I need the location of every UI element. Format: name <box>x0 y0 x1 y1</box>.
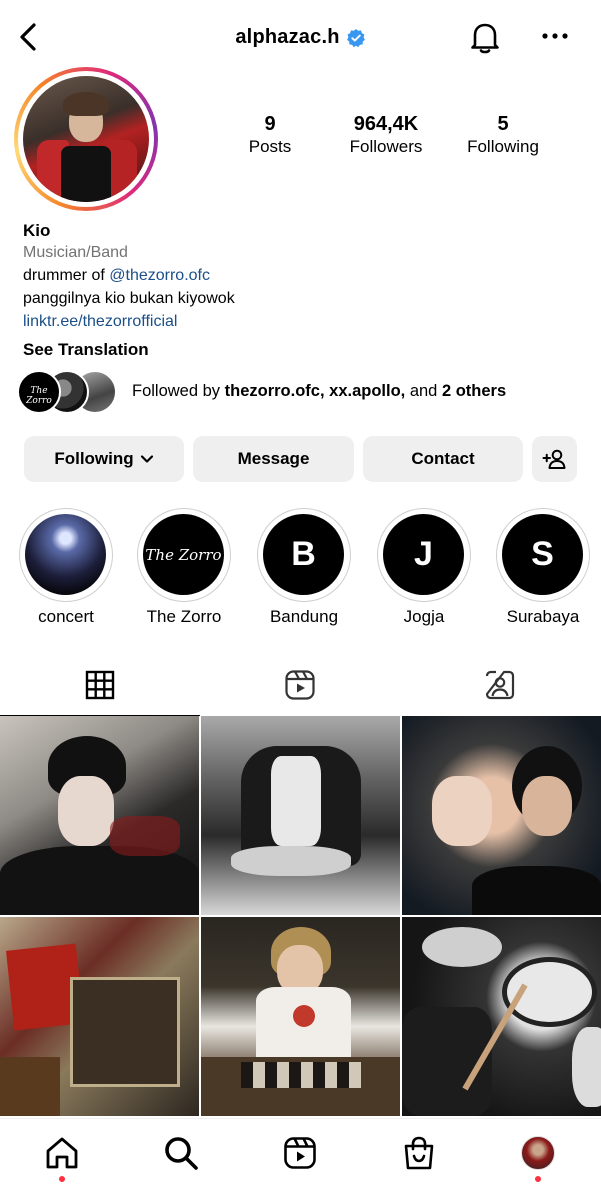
shop-icon <box>404 1136 434 1170</box>
highlight-cover: J <box>383 514 464 595</box>
highlight-ring: J <box>377 508 471 602</box>
highlight-cover: The Zorro <box>143 514 224 595</box>
posts-count[interactable]: 9 Posts <box>234 112 306 158</box>
highlight-ring: The Zorro <box>137 508 231 602</box>
following-label: Following <box>467 137 539 156</box>
highlight-the-zorro[interactable]: The Zorro The Zorro <box>137 508 231 627</box>
username-text: alphazac.h <box>235 26 340 48</box>
profile-avatar-story-ring[interactable] <box>14 67 158 211</box>
highlight-ring <box>19 508 113 602</box>
suggested-people-button[interactable] <box>532 436 577 482</box>
followed-by-text[interactable]: Followed by thezorro.ofc, xx.apollo, and… <box>132 382 506 401</box>
home-notification-dot <box>59 1176 65 1182</box>
chevron-down-icon <box>140 455 153 463</box>
nav-search[interactable] <box>159 1131 203 1175</box>
posts-grid <box>0 716 601 1118</box>
followed-by-others: 2 others <box>441 382 507 400</box>
contact-button[interactable]: Contact <box>363 436 523 482</box>
tab-tagged[interactable] <box>400 654 600 716</box>
top-bar: alphazac.h <box>0 0 601 76</box>
more-options-icon[interactable] <box>538 24 572 48</box>
followed-by-names: thezorro.ofc, xx.apollo, <box>224 382 406 400</box>
bio-line-2: panggilnya kio bukan kiyowok <box>23 290 235 307</box>
highlight-cover: S <box>502 514 583 595</box>
following-number: 5 <box>497 113 509 135</box>
highlight-label: Bandung <box>269 607 339 626</box>
followers-count[interactable]: 964,4K Followers <box>336 112 436 158</box>
highlight-label: The Zorro <box>146 607 222 626</box>
nav-reels[interactable] <box>278 1131 322 1175</box>
bio-external-link[interactable]: linktr.ee/thezorrofficial <box>23 310 583 333</box>
posts-number: 9 <box>264 113 276 135</box>
highlight-label: Surabaya <box>506 607 580 626</box>
highlight-jogja[interactable]: J Jogja <box>377 508 471 627</box>
profile-tabs <box>0 654 601 716</box>
profile-notification-dot <box>535 1176 541 1182</box>
nav-shop[interactable] <box>397 1131 441 1175</box>
home-icon <box>46 1137 78 1169</box>
highlight-ring: S <box>496 508 590 602</box>
display-name: Kio <box>23 221 51 240</box>
verified-badge-icon <box>346 28 366 48</box>
bell-icon[interactable] <box>466 18 504 56</box>
highlight-bandung[interactable]: B Bandung <box>257 508 351 627</box>
post-thumbnail[interactable] <box>201 917 400 1116</box>
reels-icon <box>285 670 315 700</box>
following-button-label: Following <box>54 449 134 468</box>
followers-label: Followers <box>349 137 423 156</box>
followed-by-prefix: Followed by <box>132 382 225 400</box>
posts-label: Posts <box>248 137 292 156</box>
tab-reels[interactable] <box>200 654 400 716</box>
highlight-ring: B <box>257 508 351 602</box>
following-button[interactable]: Following <box>24 436 184 482</box>
profile-avatar <box>521 1136 555 1170</box>
highlight-label: Jogja <box>403 607 445 626</box>
following-count[interactable]: 5 Following <box>458 112 548 158</box>
post-thumbnail[interactable] <box>201 716 400 915</box>
username-header: alphazac.h <box>0 26 601 49</box>
add-person-icon <box>542 449 565 469</box>
highlight-concert[interactable]: concert <box>19 508 113 627</box>
nav-home[interactable] <box>40 1131 84 1175</box>
profile-avatar <box>23 76 149 202</box>
bio-line-1: drummer of @thezorro.ofc <box>23 264 583 287</box>
followers-number: 964,4K <box>353 113 419 135</box>
bio-mention-link[interactable]: @thezorro.ofc <box>109 267 210 284</box>
bio-line-1-text: drummer of <box>23 267 110 284</box>
bottom-navigation <box>0 1118 601 1200</box>
tab-posts-grid[interactable] <box>0 654 200 716</box>
highlight-cover <box>25 514 106 595</box>
mutual-avatar-logo-text: The Zorro <box>26 386 52 406</box>
tagged-icon <box>485 670 515 700</box>
post-thumbnail[interactable] <box>0 917 199 1116</box>
search-icon <box>165 1137 198 1170</box>
message-button-label: Message <box>237 449 310 468</box>
highlight-surabaya[interactable]: S Surabaya <box>496 508 590 627</box>
mutual-follower-avatar[interactable]: The Zorro <box>17 370 61 414</box>
see-translation-button[interactable]: See Translation <box>23 340 149 360</box>
highlight-label: concert <box>38 607 94 626</box>
contact-button-label: Contact <box>411 449 475 468</box>
post-thumbnail[interactable] <box>402 716 601 915</box>
message-button[interactable]: Message <box>193 436 354 482</box>
grid-icon <box>85 670 115 700</box>
highlight-cover: B <box>263 514 344 595</box>
post-thumbnail[interactable] <box>402 917 601 1116</box>
followed-by-and: and <box>405 382 442 400</box>
nav-profile[interactable] <box>516 1131 560 1175</box>
reels-icon <box>284 1137 316 1169</box>
category-label: Musician/Band <box>23 244 128 261</box>
bio-section: Kio Musician/Band drummer of @thezorro.o… <box>23 220 583 333</box>
post-thumbnail[interactable] <box>0 716 199 915</box>
